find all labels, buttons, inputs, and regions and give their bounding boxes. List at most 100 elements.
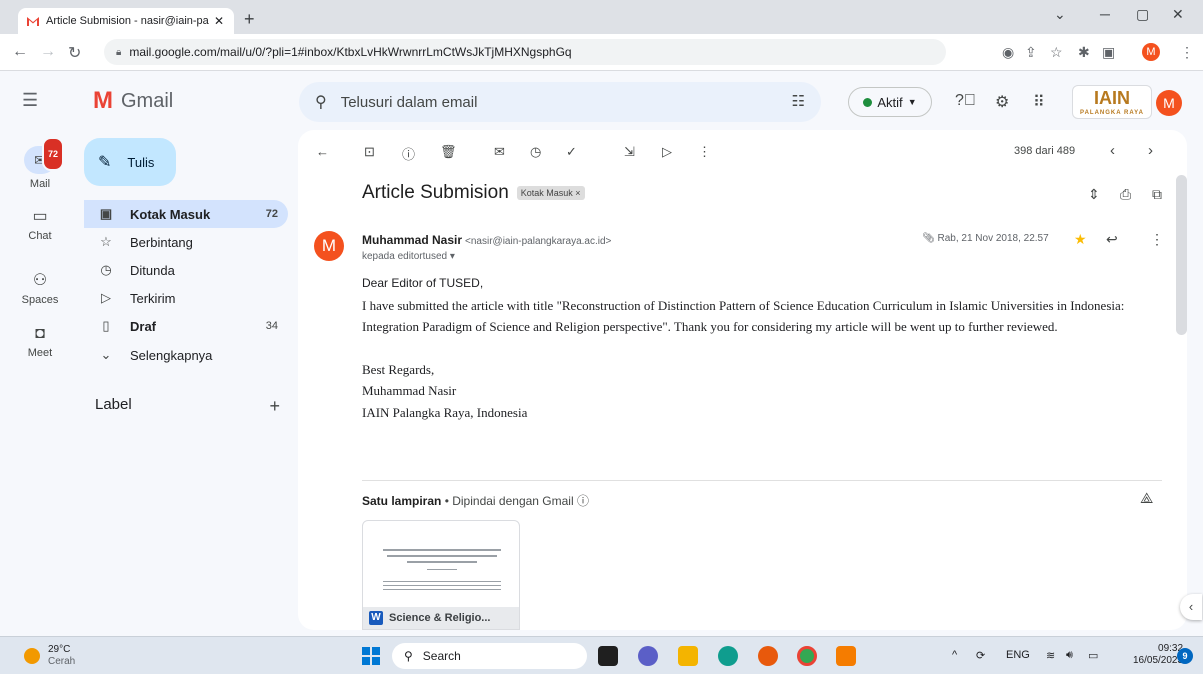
start-windows-icon[interactable] (362, 647, 380, 665)
notification-badge[interactable]: 9 (1177, 648, 1193, 664)
org-logo[interactable]: IAIN PALANGKA RAYA (1072, 85, 1152, 119)
search-bar[interactable]: ⚲ Telusuri dalam email ☷ (299, 82, 821, 122)
show-side-panel-icon[interactable]: ‹ (1180, 594, 1202, 620)
add-task-icon[interactable]: ✓ (566, 144, 577, 160)
help-icon[interactable]: ?⃝ (955, 92, 976, 110)
chrome-profile-avatar[interactable]: M (1142, 43, 1160, 61)
print-icon[interactable]: ⎙ (1120, 186, 1131, 203)
sidebar-item-starred[interactable]: ☆ Berbintang (84, 228, 288, 256)
battery-icon[interactable]: ▭ (1088, 649, 1098, 662)
rail-mail[interactable]: ✉ 72 Mail (14, 137, 66, 190)
weather-condition: Cerah (48, 656, 76, 667)
tab-title: Article Submision - nasir@iain-pa (46, 15, 209, 27)
mail-unread-badge: 72 (41, 137, 64, 171)
back-to-inbox-icon[interactable]: ← (316, 144, 329, 159)
weather-sun-icon[interactable] (24, 648, 40, 664)
tray-sync-icon[interactable]: ⟳ (976, 649, 985, 662)
mark-unread-icon[interactable]: ✉ (494, 144, 505, 160)
snooze-icon[interactable]: ◷ (530, 144, 541, 160)
tab-close-icon[interactable]: ✕ (212, 14, 226, 28)
window-close-icon[interactable]: ✕ (1172, 6, 1184, 23)
language-indicator[interactable]: ENG (1006, 649, 1030, 661)
taskbar-search[interactable]: ⚲ Search (392, 643, 587, 669)
maximize-icon[interactable]: ▢ (1136, 6, 1149, 23)
account-avatar[interactable]: M (1156, 90, 1182, 116)
sender-name[interactable]: Muhammad Nasir (362, 233, 462, 247)
reload-icon[interactable]: ↻ (68, 43, 81, 63)
attachment-thumbnail[interactable]: W Science & Religio... (362, 520, 520, 630)
eye-icon[interactable]: ◉ (1002, 44, 1014, 61)
older-chevron-icon[interactable]: › (1148, 142, 1153, 159)
message-more-icon[interactable]: ⋮ (1150, 231, 1164, 248)
teams-chat-icon[interactable] (638, 646, 658, 666)
settings-gear-icon[interactable]: ⚙ (995, 92, 1009, 112)
sidebar-item-sent[interactable]: ▷ Terkirim (84, 284, 288, 312)
task-view-icon[interactable] (598, 646, 618, 666)
archive-icon[interactable]: ⊡ (364, 144, 375, 160)
firefox-icon[interactable] (758, 646, 778, 666)
minimize-icon[interactable]: ─ (1100, 6, 1110, 22)
draft-icon: ▯ (102, 318, 110, 333)
sender-avatar[interactable]: M (314, 231, 344, 261)
rail-spaces-label: Spaces (21, 294, 59, 306)
back-arrow-icon[interactable]: ← (12, 43, 28, 61)
edge-browser-icon[interactable] (718, 646, 738, 666)
gmail-wordmark: Gmail (121, 89, 174, 112)
expand-all-icon[interactable]: ⇕ (1088, 186, 1100, 203)
rail-spaces[interactable]: ⚇ Spaces (14, 270, 66, 306)
browser-tab[interactable]: Article Submision - nasir@iain-pa ✕ (18, 8, 234, 34)
sidebar-item-more[interactable]: ⌄ Selengkapnya (84, 341, 288, 369)
recipient-dropdown[interactable]: kepada editortused ▾ (362, 251, 455, 262)
extensions-icon[interactable]: ✱ (1078, 44, 1090, 61)
main-menu-icon[interactable]: ☰ (22, 90, 38, 111)
label-icon[interactable]: ▷ (662, 144, 672, 160)
chrome-icon[interactable] (797, 646, 817, 666)
sidebar-item-drafts[interactable]: ▯ Draf 34 (84, 312, 288, 340)
status-dot-icon (863, 97, 873, 107)
divider (362, 480, 1162, 481)
tab-search-icon[interactable]: ⌄ (1054, 6, 1066, 23)
search-icon[interactable]: ⚲ (315, 92, 327, 112)
wifi-icon[interactable]: ≋ (1046, 649, 1055, 662)
org-logo-subtext: PALANGKA RAYA (1080, 110, 1144, 116)
rail-meet[interactable]: ◘ Meet (14, 325, 66, 359)
weather-widget[interactable]: 29°C Cerah (48, 644, 75, 668)
file-explorer-icon[interactable] (678, 646, 698, 666)
add-to-drive-icon[interactable]: ⟁ (1140, 490, 1153, 507)
gmail-logo[interactable]: M Gmail (93, 87, 173, 115)
chrome-menu-icon[interactable]: ⋮ (1180, 44, 1194, 61)
page-scrollbar[interactable] (1176, 175, 1187, 335)
more-options-icon[interactable]: ⋮ (698, 144, 711, 160)
search-input[interactable]: Telusuri dalam email (341, 94, 478, 111)
compose-button[interactable]: ✎ Tulis (84, 138, 176, 186)
move-to-icon[interactable]: ⇲ (624, 144, 635, 160)
new-tab-button[interactable]: + (244, 9, 255, 30)
reply-icon[interactable]: ↩ (1106, 231, 1118, 248)
url-bar[interactable]: 🔒︎ mail.google.com/mail/u/0/?pli=1#inbox… (104, 39, 946, 65)
sidepanel-icon[interactable]: ▣ (1102, 44, 1115, 61)
sidebar-item-inbox[interactable]: ▣ Kotak Masuk 72 (84, 200, 288, 228)
sidebar-item-label: Kotak Masuk (130, 206, 211, 222)
share-icon[interactable]: ⇪ (1025, 44, 1037, 61)
apps-grid-icon[interactable]: ⠿ (1033, 92, 1045, 112)
pinned-app-icon[interactable] (836, 646, 856, 666)
add-label-button[interactable]: + (269, 396, 280, 417)
search-options-icon[interactable]: ☷ (792, 92, 805, 110)
inbox-label-chip[interactable]: Kotak Masuk × (516, 186, 585, 200)
word-doc-icon: W (369, 611, 383, 625)
star-icon: ☆ (100, 234, 112, 249)
star-toggle-icon[interactable]: ★ (1074, 231, 1087, 248)
sidebar-item-snoozed[interactable]: ◷ Ditunda (84, 256, 288, 284)
rail-chat[interactable]: ▭ Chat (14, 206, 66, 242)
volume-icon[interactable]: 🔊︎ (1066, 649, 1073, 662)
sidebar-item-count: 72 (265, 208, 278, 220)
report-spam-icon[interactable]: ⓘ (402, 144, 415, 163)
newer-chevron-icon[interactable]: ‹ (1110, 142, 1115, 159)
system-clock[interactable]: 09:32 16/05/2023 (1133, 643, 1183, 667)
delete-icon[interactable]: 🗑︎ (440, 144, 457, 160)
status-dropdown[interactable]: Aktif ▼ (848, 87, 932, 117)
bookmark-star-icon[interactable]: ☆ (1050, 44, 1063, 61)
tray-overflow-icon[interactable]: ^ (952, 649, 957, 661)
forward-arrow-icon[interactable]: → (40, 43, 56, 61)
open-new-window-icon[interactable]: ⧉ (1152, 186, 1162, 203)
